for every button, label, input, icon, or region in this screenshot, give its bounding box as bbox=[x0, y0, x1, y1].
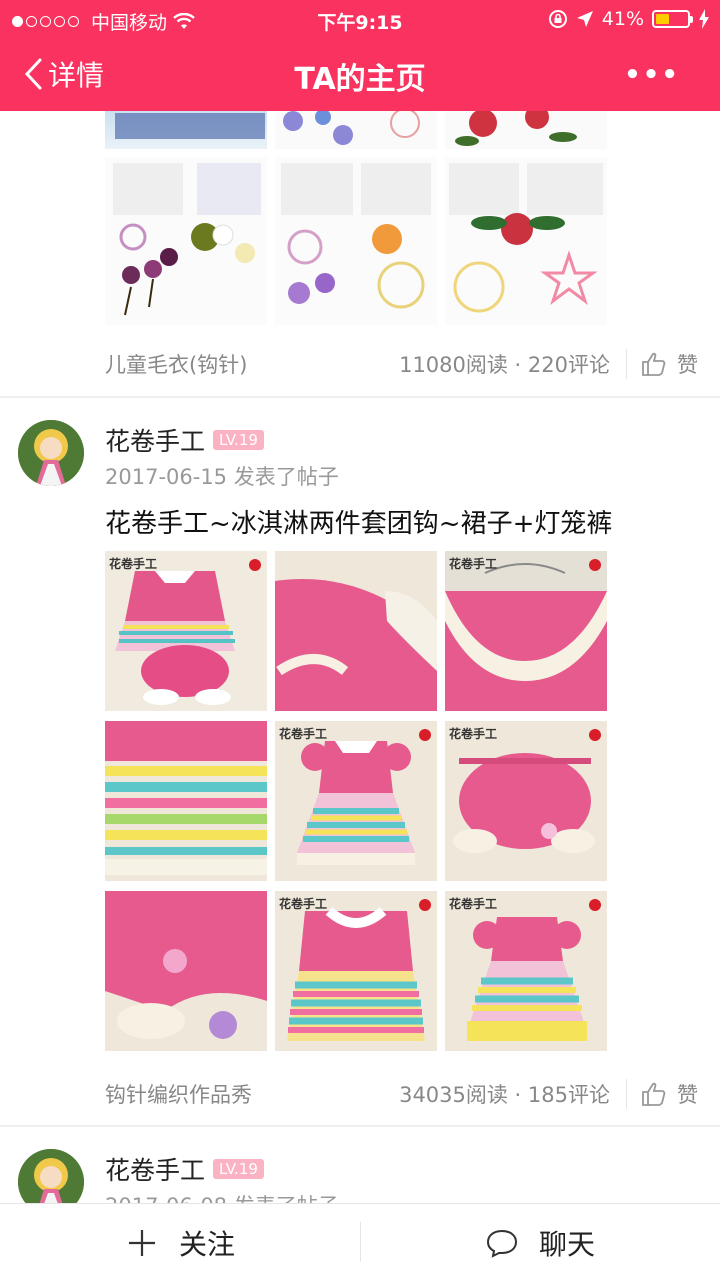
post-footer: 钩针编织作品秀 34035阅读 · 185评论 赞 bbox=[105, 1069, 720, 1119]
thumbs-up-icon bbox=[642, 1082, 666, 1106]
post-category[interactable]: 儿童毛衣(钩针) bbox=[105, 349, 399, 379]
seal-icon bbox=[249, 559, 261, 571]
like-button[interactable]: 赞 bbox=[641, 1079, 698, 1109]
follow-label: 关注 bbox=[178, 1227, 235, 1261]
image-watermark: 花卷手工 bbox=[279, 897, 328, 911]
top-bar: 中国移动 下午9:15 41% 详情 TA的主页 ••• bbox=[0, 0, 720, 111]
avatar[interactable] bbox=[18, 420, 84, 486]
plus-icon bbox=[128, 1229, 155, 1256]
feed[interactable]: 儿童毛衣(钩针) 11080阅读 · 220评论 赞 花卷手工 LV.19 20… bbox=[0, 111, 720, 1203]
rotation-lock-icon bbox=[548, 10, 567, 28]
seal-icon bbox=[589, 899, 601, 911]
post-image[interactable] bbox=[105, 111, 267, 149]
post-category[interactable]: 钩针编织作品秀 bbox=[105, 1079, 399, 1109]
location-arrow-icon bbox=[576, 11, 593, 27]
bottom-action-bar: 关注 聊天 bbox=[0, 1203, 720, 1280]
chat-label: 聊天 bbox=[538, 1227, 595, 1261]
post-image-grid: 花卷手工 花卷手工 花卷手工 花卷手工 花卷手工 花卷手工 bbox=[105, 551, 609, 1061]
like-label: 赞 bbox=[677, 353, 698, 377]
post-image[interactable] bbox=[105, 891, 267, 1051]
post-image[interactable] bbox=[445, 111, 607, 149]
chat-bubble-icon bbox=[486, 1229, 517, 1258]
post-image[interactable] bbox=[275, 157, 437, 325]
post-image[interactable] bbox=[275, 551, 437, 711]
battery-percent: 41% bbox=[601, 8, 644, 30]
image-watermark: 花卷手工 bbox=[449, 727, 498, 741]
post-footer: 儿童毛衣(钩针) 11080阅读 · 220评论 赞 bbox=[105, 339, 720, 389]
post-image[interactable]: 花卷手工 bbox=[105, 551, 267, 711]
author-row: 花卷手工 LV.19 bbox=[105, 1151, 264, 1187]
thumbs-up-icon bbox=[642, 352, 666, 376]
like-button[interactable]: 赞 bbox=[641, 349, 698, 379]
like-label: 赞 bbox=[677, 1083, 698, 1107]
post-image[interactable]: 花卷手工 bbox=[445, 551, 607, 711]
post-divider bbox=[0, 396, 720, 398]
post-divider bbox=[0, 1125, 720, 1127]
avatar[interactable] bbox=[18, 1149, 84, 1203]
battery-icon bbox=[652, 10, 693, 28]
seal-icon bbox=[419, 729, 431, 741]
post-image[interactable]: 花卷手工 bbox=[445, 891, 607, 1051]
post-image[interactable]: 花卷手工 bbox=[275, 721, 437, 881]
image-watermark: 花卷手工 bbox=[449, 897, 498, 911]
charging-bolt-icon bbox=[699, 9, 709, 29]
seal-icon bbox=[589, 559, 601, 571]
seal-icon bbox=[589, 729, 601, 741]
post-image[interactable]: 花卷手工 bbox=[445, 721, 607, 881]
post-image-grid bbox=[105, 111, 609, 335]
more-options-button[interactable]: ••• bbox=[624, 60, 680, 90]
post-meta: 2017-06-15 发表了帖子 bbox=[105, 465, 339, 489]
nav-bar: 详情 TA的主页 ••• bbox=[0, 40, 720, 111]
post-meta: 2017-06-08 发表了帖子 bbox=[105, 1190, 339, 1203]
post-image[interactable] bbox=[275, 111, 437, 149]
page-title: TA的主页 bbox=[294, 62, 426, 97]
post-stats: 34035阅读 · 185评论 bbox=[399, 1083, 610, 1107]
author-name[interactable]: 花卷手工 bbox=[105, 1151, 205, 1187]
post-image[interactable] bbox=[105, 721, 267, 881]
author-name[interactable]: 花卷手工 bbox=[105, 422, 205, 458]
level-badge: LV.19 bbox=[213, 1159, 264, 1179]
follow-button[interactable]: 关注 bbox=[0, 1204, 360, 1280]
chat-button[interactable]: 聊天 bbox=[360, 1204, 720, 1280]
footer-divider bbox=[626, 1079, 627, 1109]
bottom-divider bbox=[360, 1222, 361, 1262]
footer-divider bbox=[626, 349, 627, 379]
image-watermark: 花卷手工 bbox=[449, 557, 498, 571]
status-bar: 中国移动 下午9:15 41% bbox=[0, 0, 720, 40]
seal-icon bbox=[419, 899, 431, 911]
post-image[interactable] bbox=[445, 157, 607, 325]
level-badge: LV.19 bbox=[213, 430, 264, 450]
image-watermark: 花卷手工 bbox=[279, 727, 328, 741]
author-row: 花卷手工 LV.19 bbox=[105, 422, 264, 458]
post-image[interactable] bbox=[105, 157, 267, 325]
post-stats: 11080阅读 · 220评论 bbox=[399, 353, 610, 377]
post-image[interactable]: 花卷手工 bbox=[275, 891, 437, 1051]
image-watermark: 花卷手工 bbox=[109, 557, 158, 571]
post-title[interactable]: 花卷手工~冰淇淋两件套团钩~裙子+灯笼裤 bbox=[105, 503, 612, 540]
